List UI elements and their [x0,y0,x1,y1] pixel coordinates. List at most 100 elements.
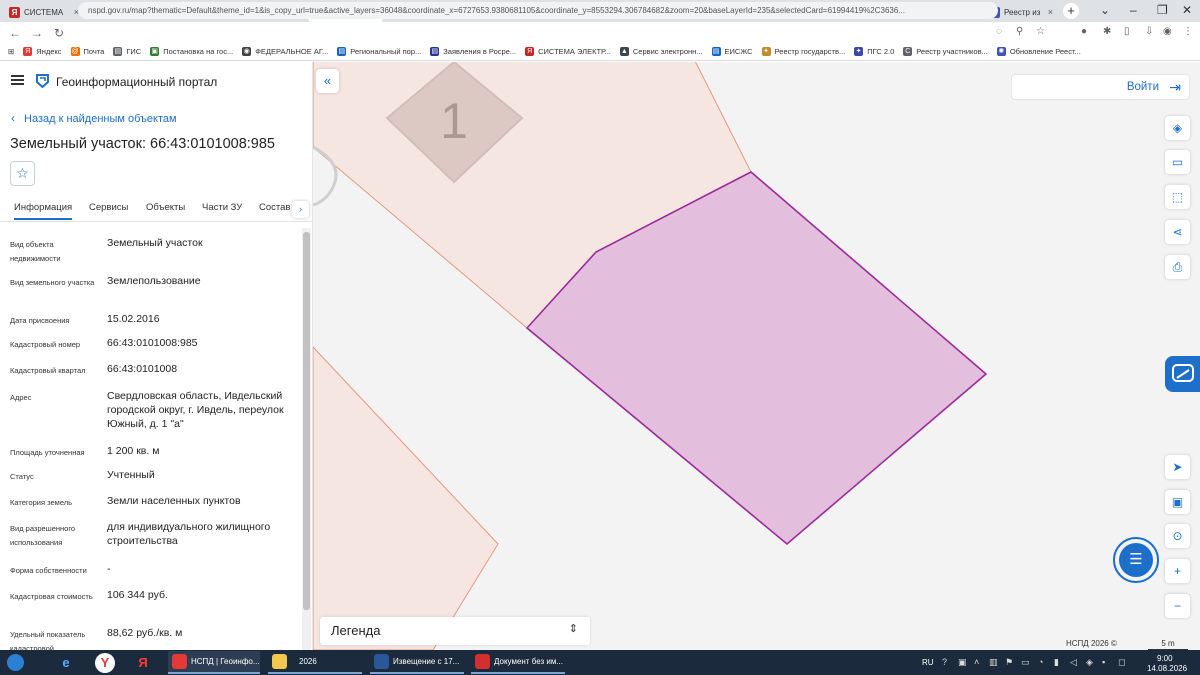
help-icon[interactable]: ? [942,657,947,667]
flag-icon[interactable]: ⚑ [1005,657,1013,668]
tab-info[interactable]: Информация [14,202,73,220]
scrollbar-thumb[interactable] [303,232,310,610]
tray-app-icon[interactable]: ▣ [958,657,967,668]
legend-dropdown[interactable]: Легенда ⇕ [320,617,590,645]
browser-tab[interactable]: Я СИСТЕМА × [5,2,83,22]
bookmark-item[interactable]: @ Почта [70,47,104,56]
bookmark-add-icon[interactable]: ⊞ [8,47,14,56]
bookmark-item[interactable]: ✺ Обновление Реест... [996,47,1081,56]
property-value: Землепользование [107,275,201,287]
taskbar-app[interactable]: Извещение с 17... [370,651,464,674]
zoom-in-icon[interactable]: + [1165,559,1190,583]
share-icon[interactable]: ⋖ [1165,220,1190,244]
eye-off-icon[interactable]: ◌ [996,26,1002,37]
favorite-star-button[interactable]: ☆ [10,161,35,186]
login-button[interactable]: Войти ⇥ [1011,74,1190,100]
clock-date[interactable]: 14.08.2026 [1147,664,1187,673]
map-canvas[interactable]: 1 [313,62,1200,650]
notification-icon[interactable]: ◻ [1118,657,1125,668]
property-value: 66:43:0101008:985 [107,337,198,349]
start-button[interactable] [7,654,24,671]
basemap-icon[interactable]: ▣ [1165,490,1190,514]
chevron-down-icon[interactable]: ⌄ [1100,3,1110,17]
maximize-icon[interactable]: ❐ [1157,3,1168,17]
network-icon[interactable]: ▥ [989,657,998,668]
property-value: 106 344 руб. [107,589,168,601]
display-icon[interactable]: ▭ [1021,657,1030,668]
user-icon[interactable]: ◉ [1163,26,1172,37]
reload-icon[interactable]: ↻ [48,26,70,40]
tray-app-icon[interactable]: ◈ [1086,657,1093,668]
bookmark-item[interactable]: ▤ ЕИСЖС [711,47,753,56]
select-area-icon[interactable]: ⬚ [1165,185,1190,209]
bookmark-item[interactable]: C Реестр участников... [903,47,988,56]
bookmark-favicon-icon: ✺ [996,47,1006,56]
feedback-chat-button[interactable] [1165,356,1200,392]
browser-menu-icon[interactable]: ⋮ [1183,26,1193,37]
bookmark-star-icon[interactable]: ☆ [1036,26,1045,37]
bookmark-item[interactable]: Я Яндекс [23,47,62,56]
property-key: Вид объекта недвижимости [10,240,61,263]
taskbar-app[interactable]: НСПД | Геоинфо... [168,651,260,674]
folder-icon [272,654,287,669]
taskbar-app[interactable]: 2026 [268,651,362,674]
new-tab-button[interactable]: + [1063,3,1079,19]
tab-close-icon[interactable]: × [1048,7,1053,17]
bookmark-item[interactable]: ▤ Региональный пор... [337,47,421,56]
bookmark-item[interactable]: ✦ Реестр государств... [761,47,845,56]
assistant-chat-icon[interactable]: ☰ [1119,543,1153,577]
yandex-browser-icon[interactable]: Y [95,653,115,673]
bookmark-item[interactable]: Я СИСТЕМА ЭЛЕКТР... [525,47,611,56]
bookmark-item[interactable]: ▤ Заявления в Росре... [430,47,516,56]
tab-services[interactable]: Сервисы [89,202,128,213]
tray-chevron-icon[interactable]: ˄ [974,657,979,667]
layers-icon[interactable]: ◈ [1165,116,1190,140]
bookmark-label: Сервис электронн... [632,47,703,56]
bookmarks-bar: ⊞ Я Яндекс @ Почта ▤ ГИС ▣ Постановка на гос...… [0,43,1200,61]
ie-icon[interactable]: e [56,653,76,673]
bookmark-item[interactable]: ◉ ФЕДЕРАЛЬНОЕ АГ... [242,47,328,56]
property-key: Кадастровая стоимость [10,592,93,601]
taskbar-app-label: Документ без им... [494,657,564,666]
url-field[interactable]: nspd.gov.ru/map?thematic=Default&theme_i… [78,2,998,19]
back-arrow-icon[interactable]: ← [4,26,26,40]
extensions-icon[interactable]: ✱ [1103,26,1111,37]
tabs-scroll-right-button[interactable]: › [292,201,309,218]
sidebar-icon[interactable]: ▯ [1124,26,1130,37]
bookmark-item[interactable]: ▣ Постановка на гос... [150,47,233,56]
tab-objects[interactable]: Объекты [146,202,185,213]
clock-time[interactable]: 9:00 [1157,654,1173,663]
back-to-results-link[interactable]: ‹ Назад к найденным объектам [11,111,177,125]
bookmark-item[interactable]: ✦ ПГС 2.0 [854,47,894,56]
bookmark-favicon-icon: ▤ [113,47,123,56]
zoom-icon[interactable]: ⚲ [1016,26,1023,37]
ruler-icon[interactable]: ▭ [1165,150,1190,174]
bookmark-favicon-icon: Я [525,47,535,56]
location-arrow-icon[interactable]: ➤ [1165,455,1190,479]
taskbar-app[interactable]: Документ без им... [471,651,565,674]
bookmark-item[interactable]: ▲ Сервис электронн... [619,47,703,56]
bookmark-item[interactable]: ▤ ГИС [113,47,141,56]
language-indicator[interactable]: RU [922,658,934,667]
profile-avatar-icon[interactable]: ● [1081,26,1087,37]
volume-icon[interactable]: ◁ [1070,657,1077,668]
window-close-icon[interactable]: ✕ [1182,3,1192,17]
neighbor-parcel-left[interactable] [313,346,499,650]
minimize-icon[interactable]: – [1130,3,1137,17]
search-location-icon[interactable]: ⊙ [1165,524,1190,548]
tray-app-icon[interactable]: ▪ [1102,657,1105,667]
tab-composition[interactable]: Состав [259,202,290,213]
yandex-icon[interactable]: Я [133,653,153,673]
collapse-panel-button[interactable]: « [316,69,339,93]
bookmark-label: Заявления в Росре... [443,47,517,56]
download-icon[interactable]: ⇩ [1145,26,1153,37]
zoom-out-icon[interactable]: − [1165,594,1190,618]
forward-arrow-icon[interactable]: → [26,26,48,40]
battery-icon[interactable]: ▮ [1054,657,1059,668]
panel-scrollbar[interactable] [302,228,311,650]
tab-parts[interactable]: Части ЗУ [202,202,242,213]
bookmark-label: Постановка на гос... [163,47,234,56]
print-icon[interactable]: ⎙ [1165,255,1190,279]
hamburger-menu-icon[interactable] [11,75,24,85]
wifi-icon[interactable]: ◔ [1038,657,1043,667]
